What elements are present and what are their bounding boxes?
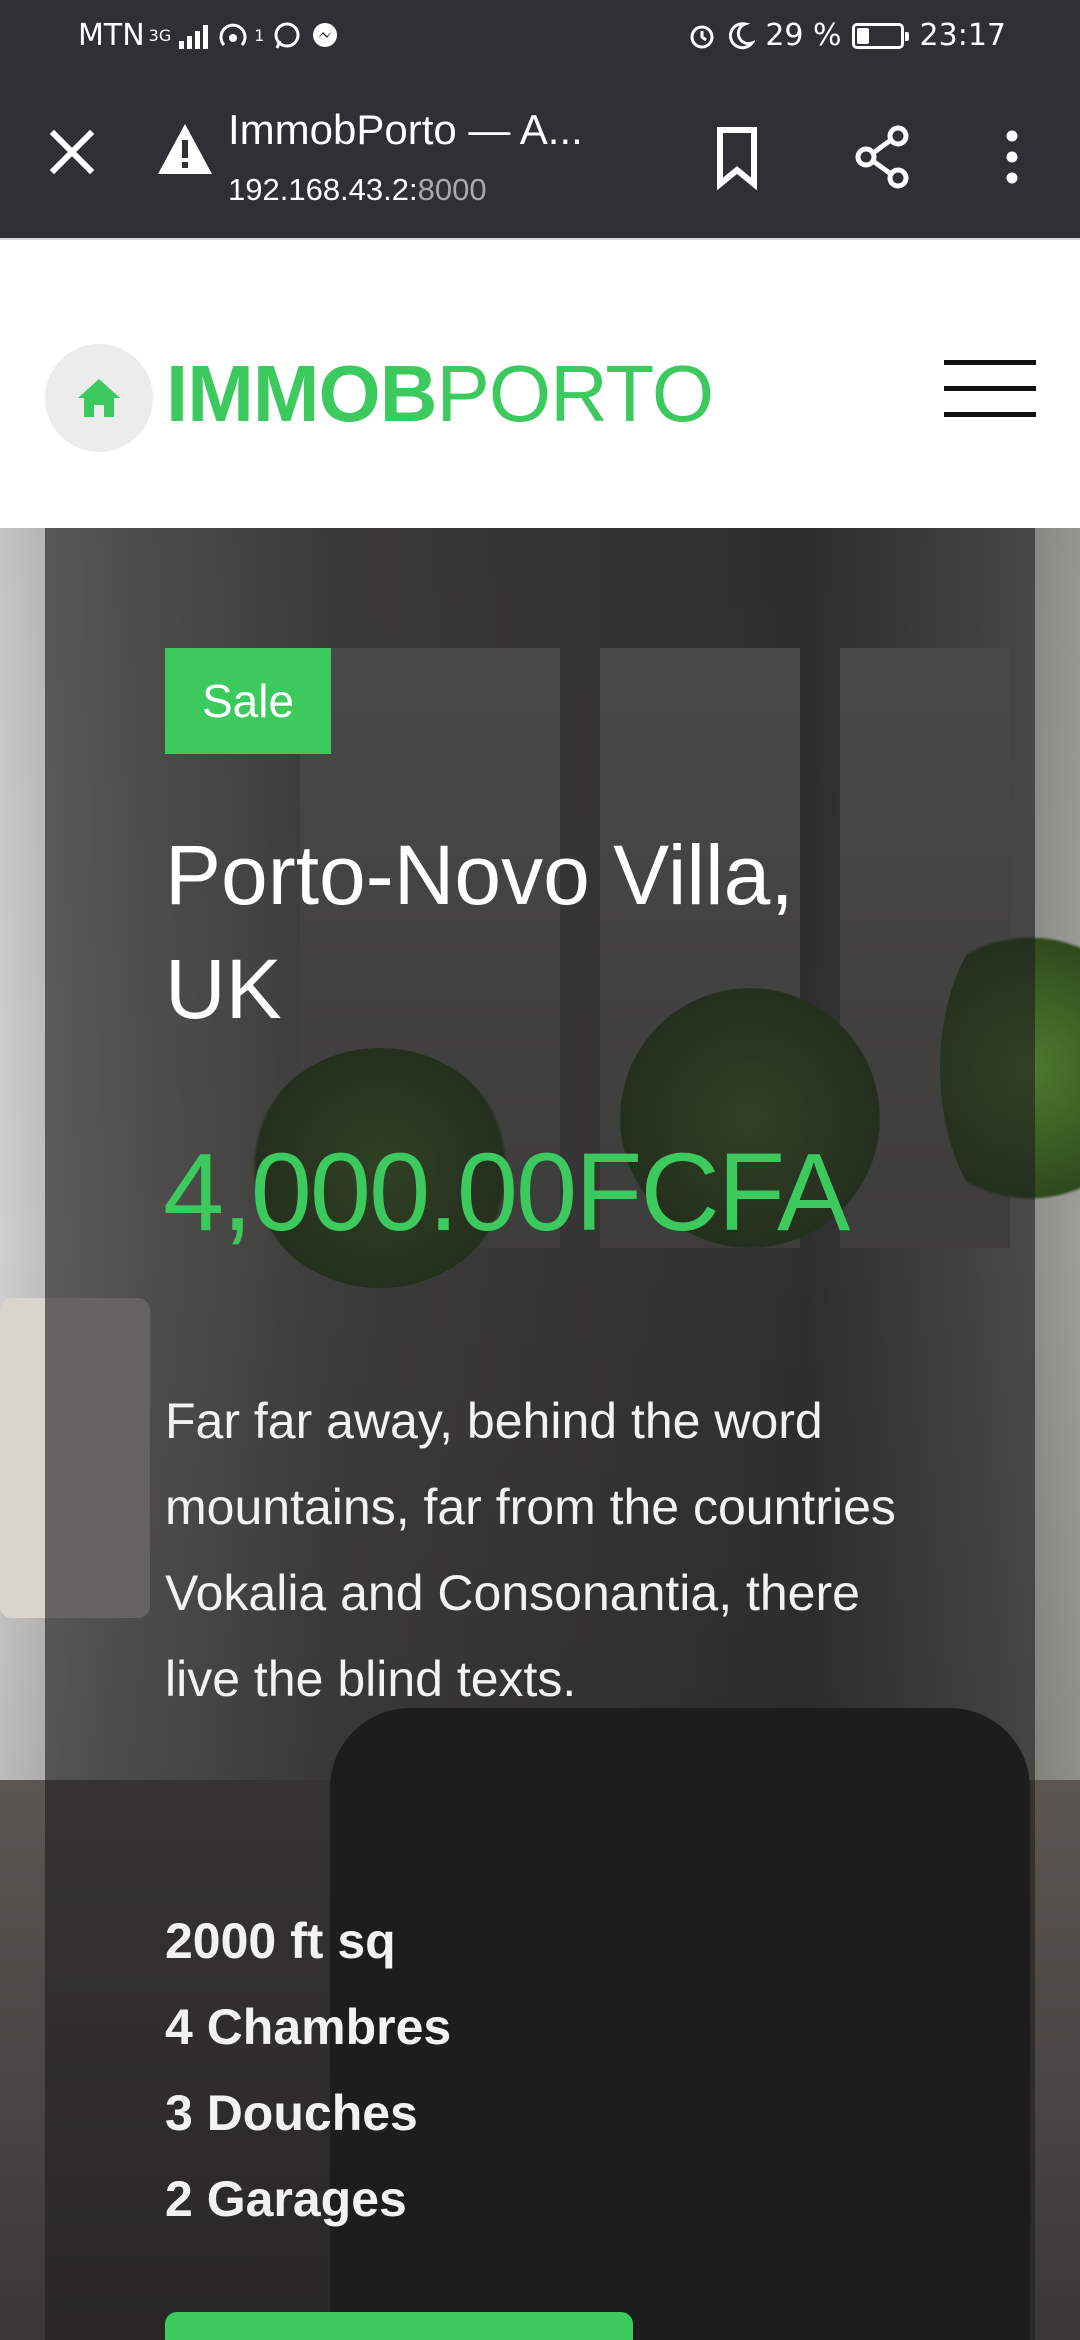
clock: 23:17: [919, 18, 1006, 53]
sale-badge: Sale: [165, 648, 332, 754]
feature-bedrooms: 4 Chambres: [165, 1999, 452, 2055]
site-header: IMMOBPORTO: [0, 240, 1080, 528]
feature-showers: 3 Douches: [165, 2085, 418, 2141]
battery-icon: [851, 22, 909, 49]
brand-light: PORTO: [436, 349, 715, 438]
url-host: 192.168.43.2:: [228, 172, 418, 207]
messenger-icon: [313, 22, 338, 47]
listing-overlay: Sale Porto-Novo Villa, UK 4,000.00FCFA F…: [45, 528, 1035, 2340]
site-brand[interactable]: IMMOBPORTO: [166, 344, 715, 444]
url-port: 8000: [417, 172, 487, 207]
network-type: 3G: [148, 26, 172, 45]
home-logo[interactable]: [45, 344, 153, 452]
status-bar: MTN 3G 1 29 % 23:17: [0, 0, 1080, 72]
menu-icon[interactable]: [944, 360, 1036, 417]
warning-icon[interactable]: [156, 122, 214, 176]
url-bar[interactable]: 192.168.43.2:8000: [228, 172, 487, 208]
listing-description: Far far away, behind the word mountains,…: [165, 1393, 896, 1707]
tab-title[interactable]: ImmobPorto — A...: [228, 106, 583, 154]
home-icon: [78, 379, 120, 417]
status-left: MTN 3G 1: [78, 18, 340, 53]
close-icon[interactable]: [40, 120, 104, 184]
hero-section: Sale Porto-Novo Villa, UK 4,000.00FCFA F…: [0, 528, 1080, 2340]
battery-percent: 29 %: [765, 18, 842, 53]
feature-garages: 2 Garages: [165, 2171, 407, 2227]
carrier-label: MTN: [78, 18, 145, 53]
status-right: 29 % 23:17: [687, 18, 1006, 53]
listing-price: 4,000.00FCFA: [163, 1131, 850, 1254]
hotspot-count: 1: [254, 26, 265, 45]
share-icon[interactable]: [852, 124, 914, 190]
brand-bold: IMMOB: [166, 349, 438, 438]
bookmark-icon[interactable]: [706, 124, 768, 190]
more-options-icon[interactable]: [992, 124, 1032, 190]
whatsapp-icon: [274, 22, 300, 49]
signal-icon: [179, 23, 209, 49]
details-button[interactable]: [165, 2312, 633, 2340]
hotspot-icon: [219, 23, 247, 46]
feature-list: 2000 ft sq 4 Chambres 3 Douches 2 Garage…: [165, 1898, 451, 2242]
alarm-icon: [690, 25, 714, 48]
browser-toolbar: ImmobPorto — A... 192.168.43.2:8000: [0, 72, 1080, 240]
moon-icon: [729, 21, 756, 49]
feature-area: 2000 ft sq: [165, 1913, 396, 1969]
listing-title: Porto-Novo Villa, UK: [165, 828, 794, 1036]
